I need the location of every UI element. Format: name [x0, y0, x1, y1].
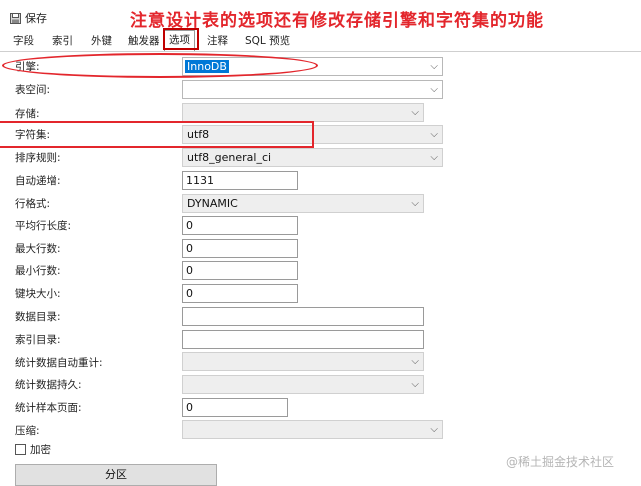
chevron-down-icon: ⌵: [430, 424, 438, 435]
avg-row-length-input[interactable]: 0: [182, 216, 298, 235]
stats-sample-pages-input[interactable]: 0: [182, 398, 288, 417]
chevron-down-icon: ⌵: [430, 152, 438, 163]
collation-select[interactable]: utf8_general_ci ⌵: [182, 148, 443, 167]
storage-label: 存储:: [15, 108, 40, 120]
auto-increment-input[interactable]: 1131: [182, 171, 298, 190]
tab-fields[interactable]: 字段: [13, 32, 34, 50]
chevron-down-icon: ⌵: [411, 379, 419, 390]
save-icon: [10, 12, 21, 24]
collation-value: utf8_general_ci: [187, 151, 272, 164]
encryption-row[interactable]: 加密: [15, 442, 51, 457]
save-button[interactable]: 保存: [10, 10, 47, 26]
row-format-select[interactable]: DYNAMIC ⌵: [182, 194, 424, 213]
index-directory-input[interactable]: [182, 330, 424, 349]
data-directory-label: 数据目录:: [15, 311, 61, 323]
stats-persistent-select[interactable]: ⌵: [182, 375, 424, 394]
collation-label: 排序规则:: [15, 152, 61, 164]
min-rows-input[interactable]: 0: [182, 261, 298, 280]
chevron-down-icon: ⌵: [430, 129, 438, 140]
row-format-label: 行格式:: [15, 198, 51, 210]
row-format-value: DYNAMIC: [187, 197, 238, 210]
engine-highlight-ellipse: [2, 53, 318, 78]
chevron-down-icon: ⌵: [411, 356, 419, 367]
key-block-size-input[interactable]: 0: [182, 284, 298, 303]
stats-auto-recalc-label: 统计数据自动重计:: [15, 357, 103, 369]
toolbar: 保存 注意设计表的选项还有修改存储引擎和字符集的功能: [0, 0, 641, 31]
data-directory-input[interactable]: [182, 307, 424, 326]
charset-highlight-box: [0, 121, 314, 148]
tab-bar: 字段 索引 外键 触发器 选项 注释 SQL 预览: [0, 30, 641, 52]
chevron-down-icon: ⌵: [430, 61, 438, 72]
auto-increment-label: 自动递增:: [15, 175, 61, 187]
min-rows-label: 最小行数:: [15, 265, 61, 277]
max-rows-label: 最大行数:: [15, 243, 61, 255]
tab-highlight-box: [163, 28, 199, 50]
tab-triggers[interactable]: 触发器: [128, 32, 160, 50]
encryption-checkbox[interactable]: [15, 444, 26, 455]
stats-auto-recalc-select[interactable]: ⌵: [182, 352, 424, 371]
save-label: 保存: [25, 12, 47, 25]
watermark: @稀土掘金技术社区: [506, 455, 615, 469]
tablespace-select[interactable]: ⌵: [182, 80, 443, 99]
stats-sample-pages-label: 统计样本页面:: [15, 402, 82, 414]
tab-foreign-keys[interactable]: 外键: [91, 32, 112, 50]
chevron-down-icon: ⌵: [411, 198, 419, 209]
avg-row-length-label: 平均行长度:: [15, 220, 72, 232]
compression-select[interactable]: ⌵: [182, 420, 443, 439]
chevron-down-icon: ⌵: [411, 107, 419, 118]
index-directory-label: 索引目录:: [15, 334, 61, 346]
stats-persistent-label: 统计数据持久:: [15, 379, 82, 391]
storage-select[interactable]: ⌵: [182, 103, 424, 122]
tab-comment[interactable]: 注释: [207, 32, 228, 50]
tab-sql-preview[interactable]: SQL 预览: [245, 32, 290, 50]
encryption-label: 加密: [30, 444, 51, 456]
chevron-down-icon: ⌵: [430, 84, 438, 95]
max-rows-input[interactable]: 0: [182, 239, 298, 258]
key-block-size-label: 键块大小:: [15, 288, 61, 300]
compression-label: 压缩:: [15, 425, 40, 437]
tablespace-label: 表空间:: [15, 84, 51, 96]
tab-indexes[interactable]: 索引: [52, 32, 73, 50]
